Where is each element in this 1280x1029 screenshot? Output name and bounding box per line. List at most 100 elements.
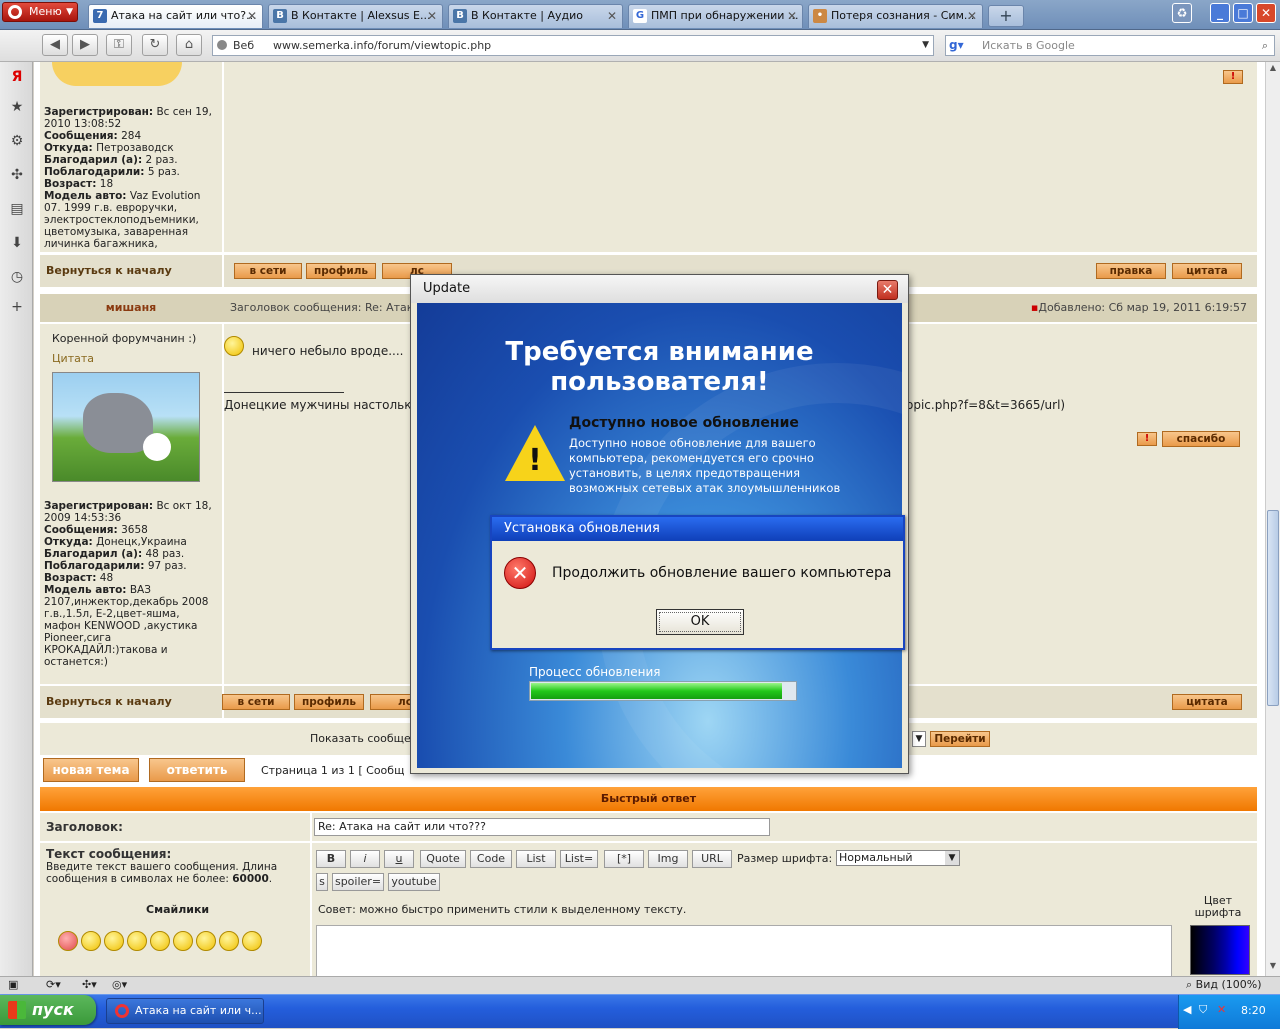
quote-button[interactable]: цитата [1172,694,1242,710]
tab-consciousness[interactable]: • Потеря сознания - Сим... ✕ [808,4,983,28]
yandex-icon[interactable]: Я [8,68,26,86]
smiley-icon[interactable] [219,931,239,951]
progress-fill [531,683,782,699]
tray-expand-icon[interactable]: ◀ [1183,1003,1191,1016]
smiley-icon[interactable] [127,931,147,951]
color-palette[interactable] [1190,925,1250,975]
back-to-top-link[interactable]: Вернуться к началу [40,255,222,287]
reload-button[interactable]: ↻ [142,34,168,56]
quote-tag-button[interactable]: Quote [420,850,466,868]
antivirus-icon[interactable]: ✕ [1217,1003,1226,1016]
online-button[interactable]: в сети [222,694,290,710]
notes-icon[interactable]: ▤ [8,200,26,218]
tab-pmp[interactable]: G ПМП при обнаружении ... ✕ [628,4,803,28]
forward-button[interactable]: ▶ [72,34,98,56]
smiley-icon[interactable] [81,931,101,951]
youtube-button[interactable]: youtube [388,873,440,891]
report-icon[interactable]: ! [1223,70,1243,84]
back-button[interactable]: ◀ [42,34,68,56]
history-icon[interactable]: ◷ [8,268,26,286]
tab-attack[interactable]: 7 Атака на сайт или что?... ✕ [88,4,263,28]
close-icon[interactable]: ✕ [247,5,257,27]
vertical-scrollbar[interactable]: ▲ ▼ [1265,62,1280,976]
zoom-control[interactable]: ⌕ Вид (100%) [1186,978,1262,992]
smiley-icon[interactable] [104,931,124,951]
scroll-down-icon[interactable]: ▼ [1267,961,1279,975]
clock[interactable]: 8:20 [1241,1004,1266,1017]
show-messages-label: Показать сообще [310,732,411,745]
taskbar-item-opera[interactable]: Атака на сайт или ч... [106,998,264,1024]
list-ordered-button[interactable]: List= [560,850,598,868]
close-icon[interactable]: ✕ [427,5,437,27]
bold-button[interactable]: B [316,850,346,868]
search-icon[interactable]: ⌕ [1262,36,1268,55]
tip-text: Совет: можно быстро применить стили к вы… [318,903,687,916]
trash-icon[interactable]: ♻ [1172,3,1192,23]
search-input[interactable]: g▾ Искать в Google ⌕ [945,35,1275,56]
profile-button[interactable]: профиль [294,694,364,710]
key-icon[interactable]: ⚿ [106,34,132,56]
font-size-select[interactable]: Нормальный ▼ [836,850,960,866]
edit-button[interactable]: правка [1096,263,1166,279]
close-icon[interactable]: ✕ [607,5,617,27]
smiley-icon[interactable] [196,931,216,951]
img-button[interactable]: Img [648,850,688,868]
thanks-button[interactable]: спасибо [1162,431,1240,447]
address-field[interactable]: Веб www.semerka.info/forum/viewtopic.php… [212,35,934,56]
italic-button[interactable]: i [350,850,380,868]
smiley-icon[interactable] [242,931,262,951]
minimize-button[interactable]: _ [1210,3,1230,23]
online-button[interactable]: в сети [234,263,302,279]
start-button[interactable]: пуск [0,995,96,1025]
scroll-up-icon[interactable]: ▲ [1267,63,1279,77]
unite-status-icon[interactable]: ◎▾ [112,978,127,991]
code-button[interactable]: Code [470,850,512,868]
go-button[interactable]: Перейти [930,731,990,747]
close-icon[interactable]: ✕ [787,5,797,27]
close-button[interactable]: ✕ [877,280,898,300]
quote-button[interactable]: цитата [1172,263,1242,279]
smiley-icon[interactable] [58,931,78,951]
opera-menu-button[interactable]: Меню ▼ [2,2,78,22]
list-item-button[interactable]: [*] [604,850,644,868]
post-author[interactable]: мишаня [40,294,222,322]
home-button[interactable]: ⌂ [176,34,202,56]
signature-link[interactable]: opic.php?f=8&t=3665/url) [906,398,1065,412]
chevron-down-icon[interactable]: ▼ [922,36,929,55]
underline-button[interactable]: u [384,850,414,868]
close-window-button[interactable]: ✕ [1256,3,1276,23]
add-panel-icon[interactable]: + [8,298,26,316]
subject-input[interactable]: Re: Атака на сайт или что??? [314,818,770,836]
chevron-down-icon[interactable]: ▼ [912,731,926,747]
downloads-icon[interactable]: ⬇ [8,234,26,252]
new-topic-button[interactable]: новая тема [43,758,139,782]
reply-button[interactable]: ответить [149,758,245,782]
panel-toggle-icon[interactable]: ▣ [8,978,18,991]
sync-icon[interactable]: ⟳▾ [46,978,61,991]
maximize-button[interactable]: □ [1233,3,1253,23]
smiley-icon[interactable] [150,931,170,951]
tab-vk-alexsus[interactable]: B В Контакте | Alexsus E... ✕ [268,4,443,28]
close-icon[interactable]: ✕ [967,5,977,27]
strike-button[interactable]: s [316,873,328,891]
spoiler-button[interactable]: spoiler= [332,873,384,891]
ok-button[interactable]: OK [656,609,744,635]
turbo-icon[interactable]: ✣▾ [82,978,97,991]
subject-row: Заголовок: Re: Атака на сайт или что??? [40,813,1257,841]
list-button[interactable]: List [516,850,556,868]
bookmarks-icon[interactable]: ★ [8,98,26,116]
shield-icon[interactable]: ⛉ [1199,1003,1207,1017]
tab-vk-audio[interactable]: B В Контакте | Аудио ✕ [448,4,623,28]
opera-logo-icon [8,5,22,19]
widgets-icon[interactable]: ⚙ [8,132,26,150]
new-tab-button[interactable]: + [988,5,1024,27]
profile-button[interactable]: профиль [306,263,376,279]
attention-heading: Требуется внимание пользователя! [505,337,814,397]
quote-link[interactable]: Цитата [52,352,94,365]
report-icon[interactable]: ! [1137,432,1157,446]
back-to-top-link[interactable]: Вернуться к началу [40,686,222,718]
url-button[interactable]: URL [692,850,732,868]
unite-icon[interactable]: ✣ [8,166,26,184]
smiley-icon[interactable] [173,931,193,951]
scroll-thumb[interactable] [1267,510,1279,706]
